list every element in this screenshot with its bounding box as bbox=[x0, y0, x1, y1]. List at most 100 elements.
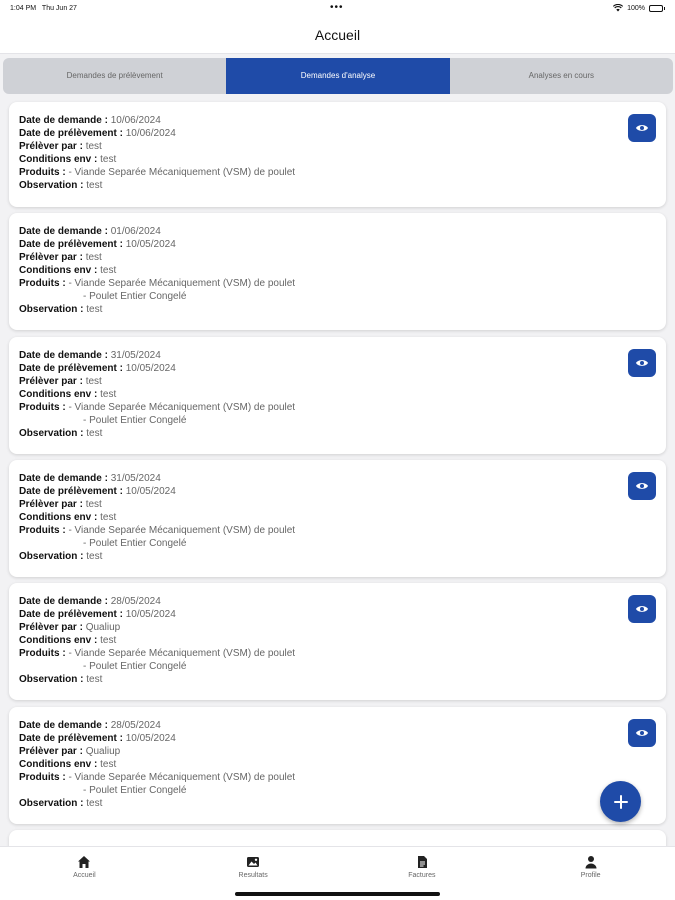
view-button[interactable] bbox=[628, 472, 656, 500]
status-bar: 1:04 PM Thu Jun 27 ••• 100% bbox=[0, 0, 675, 18]
date-demande-value: 31/05/2024 bbox=[110, 473, 161, 484]
preleve-par-row: Prélèver par : Qualiup bbox=[19, 621, 656, 634]
preleve-par-row: Prélèver par : test bbox=[19, 140, 656, 153]
add-demande-button[interactable] bbox=[600, 781, 641, 822]
produit-extra-row: - Poulet Entier Congelé bbox=[19, 414, 656, 427]
image-icon bbox=[247, 857, 260, 867]
produits-label: Produits : bbox=[19, 772, 66, 783]
date-demande-label: Date de demande : bbox=[19, 115, 108, 126]
date-demande-row: Date de demande : 01/06/2024 bbox=[19, 225, 656, 238]
date-demande-value: 01/06/2024 bbox=[110, 226, 161, 237]
preleve-par-label: Prélèver par : bbox=[19, 622, 83, 633]
date-prelevement-label: Date de prélèvement : bbox=[19, 128, 123, 139]
preleve-par-row: Prélèver par : test bbox=[19, 498, 656, 511]
nav-profile[interactable]: Profile bbox=[506, 847, 675, 900]
produit-extra-value: - Poulet Entier Congelé bbox=[83, 538, 187, 549]
date-prelevement-label: Date de prélèvement : bbox=[19, 609, 123, 620]
produits-row: Produits : - Viande Separée Mécaniquemen… bbox=[19, 647, 656, 660]
preleve-par-value: Qualiup bbox=[85, 746, 121, 757]
view-button[interactable] bbox=[628, 349, 656, 377]
observation-value: test bbox=[86, 180, 103, 191]
demande-card: Date de demande : 31/05/2024 Date de prél… bbox=[9, 337, 666, 454]
tab-analyses-en-cours[interactable]: Analyses en cours bbox=[450, 58, 673, 94]
preleve-par-value: test bbox=[85, 252, 102, 263]
conditions-env-value: test bbox=[100, 265, 117, 276]
status-time: 1:04 PM Thu Jun 27 bbox=[10, 5, 77, 12]
eye-icon bbox=[636, 360, 648, 366]
view-button[interactable] bbox=[628, 114, 656, 142]
produit-extra-row: - Poulet Entier Congelé bbox=[19, 660, 656, 673]
nav-resultats-label: Resultats bbox=[238, 872, 268, 879]
nav-accueil[interactable]: Accueil bbox=[0, 847, 169, 900]
date-prelevement-value: 10/05/2024 bbox=[125, 239, 176, 250]
observation-value: test bbox=[86, 304, 103, 315]
demandes-list[interactable]: Date de demande : 10/06/2024 Date de prél… bbox=[0, 100, 675, 846]
date-demande-label: Date de demande : bbox=[19, 720, 108, 731]
preleve-par-label: Prélèver par : bbox=[19, 499, 83, 510]
home-indicator bbox=[235, 892, 440, 896]
preleve-par-label: Prélèver par : bbox=[19, 746, 83, 757]
date-prelevement-label: Date de prélèvement : bbox=[19, 239, 123, 250]
date-demande-row: Date de demande : 28/05/2024 bbox=[19, 595, 656, 608]
view-button[interactable] bbox=[628, 719, 656, 747]
produits-label: Produits : bbox=[19, 278, 66, 289]
date-demande-row: Date de demande : 31/05/2024 bbox=[19, 349, 656, 362]
wifi-icon bbox=[613, 4, 624, 12]
date-demande-value: 31/05/2024 bbox=[110, 350, 161, 361]
demande-card: Date de demande : 31/05/2024 Date de prél… bbox=[9, 460, 666, 577]
observation-value: test bbox=[86, 428, 103, 439]
preleve-par-row: Prélèver par : Qualiup bbox=[19, 745, 656, 758]
preleve-par-label: Prélèver par : bbox=[19, 252, 83, 263]
eye-icon bbox=[636, 606, 648, 612]
produit-extra-row: - Poulet Entier Congelé bbox=[19, 784, 656, 797]
status-right: 100% bbox=[613, 4, 665, 12]
date-prelevement-row: Date de prélèvement : 10/05/2024 bbox=[19, 732, 656, 745]
demande-card-partial bbox=[9, 830, 666, 846]
produit-extra-row: - Poulet Entier Congelé bbox=[19, 537, 656, 550]
produits-row: Produits : - Viande Separée Mécaniquemen… bbox=[19, 277, 656, 290]
conditions-env-label: Conditions env : bbox=[19, 154, 98, 165]
multitask-dots[interactable]: ••• bbox=[330, 2, 344, 13]
date-prelevement-row: Date de prélèvement : 10/05/2024 bbox=[19, 608, 656, 621]
eye-icon bbox=[636, 483, 648, 489]
produits-value: - Viande Separée Mécaniquement (VSM) de … bbox=[68, 167, 296, 178]
document-icon bbox=[417, 856, 427, 868]
conditions-env-value: test bbox=[100, 759, 117, 770]
preleve-par-value: test bbox=[85, 376, 102, 387]
conditions-env-value: test bbox=[100, 635, 117, 646]
user-icon bbox=[585, 856, 597, 869]
observation-row: Observation : test bbox=[19, 179, 656, 192]
nav-factures-label: Factures bbox=[408, 872, 436, 879]
produits-row: Produits : - Viande Separée Mécaniquemen… bbox=[19, 166, 656, 179]
conditions-env-label: Conditions env : bbox=[19, 389, 98, 400]
app-header: Accueil bbox=[0, 18, 675, 54]
observation-label: Observation : bbox=[19, 180, 84, 191]
observation-row: Observation : test bbox=[19, 797, 656, 810]
preleve-par-value: test bbox=[85, 141, 102, 152]
conditions-env-label: Conditions env : bbox=[19, 635, 98, 646]
tab-demandes-prelevement[interactable]: Demandes de prélèvement bbox=[3, 58, 226, 94]
produits-row: Produits : - Viande Separée Mécaniquemen… bbox=[19, 771, 656, 784]
date-demande-value: 10/06/2024 bbox=[110, 115, 161, 126]
date-prelevement-label: Date de prélèvement : bbox=[19, 363, 123, 374]
tab-demandes-analyse[interactable]: Demandes d'analyse bbox=[226, 58, 450, 94]
produits-label: Produits : bbox=[19, 167, 66, 178]
produit-extra-value: - Poulet Entier Congelé bbox=[83, 785, 187, 796]
conditions-env-value: test bbox=[100, 389, 117, 400]
observation-label: Observation : bbox=[19, 428, 84, 439]
produits-value: - Viande Separée Mécaniquement (VSM) de … bbox=[68, 648, 296, 659]
date-prelevement-row: Date de prélèvement : 10/05/2024 bbox=[19, 362, 656, 375]
date-prelevement-value: 10/05/2024 bbox=[125, 733, 176, 744]
observation-value: test bbox=[86, 551, 103, 562]
preleve-par-value: Qualiup bbox=[85, 622, 121, 633]
nav-profile-label: Profile bbox=[580, 872, 601, 879]
date-prelevement-label: Date de prélèvement : bbox=[19, 733, 123, 744]
view-button[interactable] bbox=[628, 595, 656, 623]
eye-icon bbox=[636, 125, 648, 131]
date-prelevement-value: 10/06/2024 bbox=[125, 128, 176, 139]
observation-label: Observation : bbox=[19, 674, 84, 685]
conditions-env-value: test bbox=[100, 154, 117, 165]
observation-row: Observation : test bbox=[19, 550, 656, 563]
observation-row: Observation : test bbox=[19, 427, 656, 440]
preleve-par-label: Prélèver par : bbox=[19, 376, 83, 387]
